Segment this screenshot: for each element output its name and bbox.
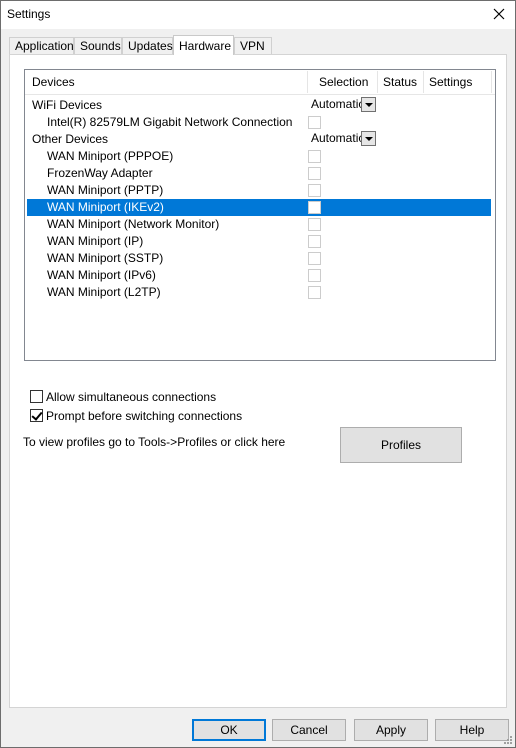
device-checkbox[interactable] xyxy=(308,269,321,282)
dropdown-value: Automatic xyxy=(311,131,365,145)
list-item[interactable]: Intel(R) 82579LM Gigabit Network Connect… xyxy=(25,114,495,131)
tab-application[interactable]: Application xyxy=(9,37,74,54)
window-title: Settings xyxy=(7,7,51,21)
column-divider[interactable] xyxy=(307,71,308,93)
device-checkbox[interactable] xyxy=(308,184,321,197)
cancel-button[interactable]: Cancel xyxy=(272,719,346,741)
close-icon[interactable] xyxy=(491,6,507,22)
tab-sounds[interactable]: Sounds xyxy=(74,37,122,54)
chevron-down-icon[interactable] xyxy=(361,131,376,146)
help-button[interactable]: Help xyxy=(435,719,509,741)
dropdown-value: Automatic xyxy=(311,97,365,111)
device-label: WAN Miniport (PPTP) xyxy=(47,183,164,197)
list-item[interactable]: WAN Miniport (L2TP) xyxy=(25,284,495,301)
column-divider[interactable] xyxy=(377,71,378,93)
group-label: WiFi Devices xyxy=(32,98,103,112)
chevron-down-icon[interactable] xyxy=(361,97,376,112)
column-divider[interactable] xyxy=(491,71,492,93)
device-label: WAN Miniport (SSTP) xyxy=(47,251,164,265)
device-checkbox[interactable] xyxy=(308,116,321,129)
other-selection-dropdown[interactable]: Automatic xyxy=(308,131,376,146)
tab-hardware[interactable]: Hardware xyxy=(173,35,234,55)
device-group-wifi[interactable]: WiFi Devices Automatic xyxy=(25,97,495,114)
device-checkbox[interactable] xyxy=(308,286,321,299)
devices-list[interactable]: Devices Selection Status Settings WiFi D… xyxy=(24,69,496,361)
profiles-button[interactable]: Profiles xyxy=(340,427,462,463)
resize-grip-icon[interactable] xyxy=(503,735,513,745)
device-label: FrozenWay Adapter xyxy=(47,166,153,180)
tab-updates[interactable]: Updates xyxy=(122,37,173,54)
device-label: WAN Miniport (IKEv2) xyxy=(47,200,164,214)
list-item[interactable]: FrozenWay Adapter xyxy=(25,165,495,182)
list-item[interactable]: WAN Miniport (SSTP) xyxy=(25,250,495,267)
column-divider[interactable] xyxy=(423,71,424,93)
list-item[interactable]: WAN Miniport (Network Monitor) xyxy=(25,216,495,233)
list-item-selected[interactable]: WAN Miniport (IKEv2) xyxy=(27,199,491,216)
device-group-other[interactable]: Other Devices Automatic xyxy=(25,131,495,148)
hardware-tab-panel: Devices Selection Status Settings WiFi D… xyxy=(9,54,507,708)
list-item[interactable]: WAN Miniport (IPv6) xyxy=(25,267,495,284)
group-label: Other Devices xyxy=(32,132,109,146)
device-label: Intel(R) 82579LM Gigabit Network Connect… xyxy=(47,115,293,129)
allow-simultaneous-label: Allow simultaneous connections xyxy=(46,390,217,404)
tab-vpn[interactable]: VPN xyxy=(234,37,272,54)
title-bar: Settings xyxy=(1,1,515,29)
device-checkbox[interactable] xyxy=(308,218,321,231)
column-selection[interactable]: Selection xyxy=(319,70,368,94)
device-checkbox[interactable] xyxy=(308,252,321,265)
profiles-hint: To view profiles go to Tools->Profiles o… xyxy=(23,435,286,449)
device-label: WAN Miniport (PPPOE) xyxy=(47,149,174,163)
device-label: WAN Miniport (L2TP) xyxy=(47,285,161,299)
device-checkbox[interactable] xyxy=(308,167,321,180)
apply-button[interactable]: Apply xyxy=(354,719,428,741)
wifi-selection-dropdown[interactable]: Automatic xyxy=(308,97,376,112)
list-item[interactable]: WAN Miniport (PPPOE) xyxy=(25,148,495,165)
device-label: WAN Miniport (Network Monitor) xyxy=(47,217,220,231)
list-item[interactable]: WAN Miniport (IP) xyxy=(25,233,495,250)
column-status[interactable]: Status xyxy=(383,70,417,94)
prompt-before-switch-label: Prompt before switching connections xyxy=(46,409,243,423)
ok-button[interactable]: OK xyxy=(192,719,266,741)
device-label: WAN Miniport (IPv6) xyxy=(47,268,156,282)
device-checkbox[interactable] xyxy=(308,150,321,163)
prompt-before-switch-checkbox[interactable] xyxy=(30,409,43,422)
list-item[interactable]: WAN Miniport (PPTP) xyxy=(25,182,495,199)
column-settings[interactable]: Settings xyxy=(429,70,472,94)
device-checkbox[interactable] xyxy=(308,201,321,214)
device-label: WAN Miniport (IP) xyxy=(47,234,144,248)
device-checkbox[interactable] xyxy=(308,235,321,248)
settings-window: Settings Application Sounds Updates Hard… xyxy=(0,0,516,748)
column-devices[interactable]: Devices xyxy=(32,70,75,94)
allow-simultaneous-checkbox[interactable] xyxy=(30,390,43,403)
devices-list-header: Devices Selection Status Settings xyxy=(25,70,495,95)
